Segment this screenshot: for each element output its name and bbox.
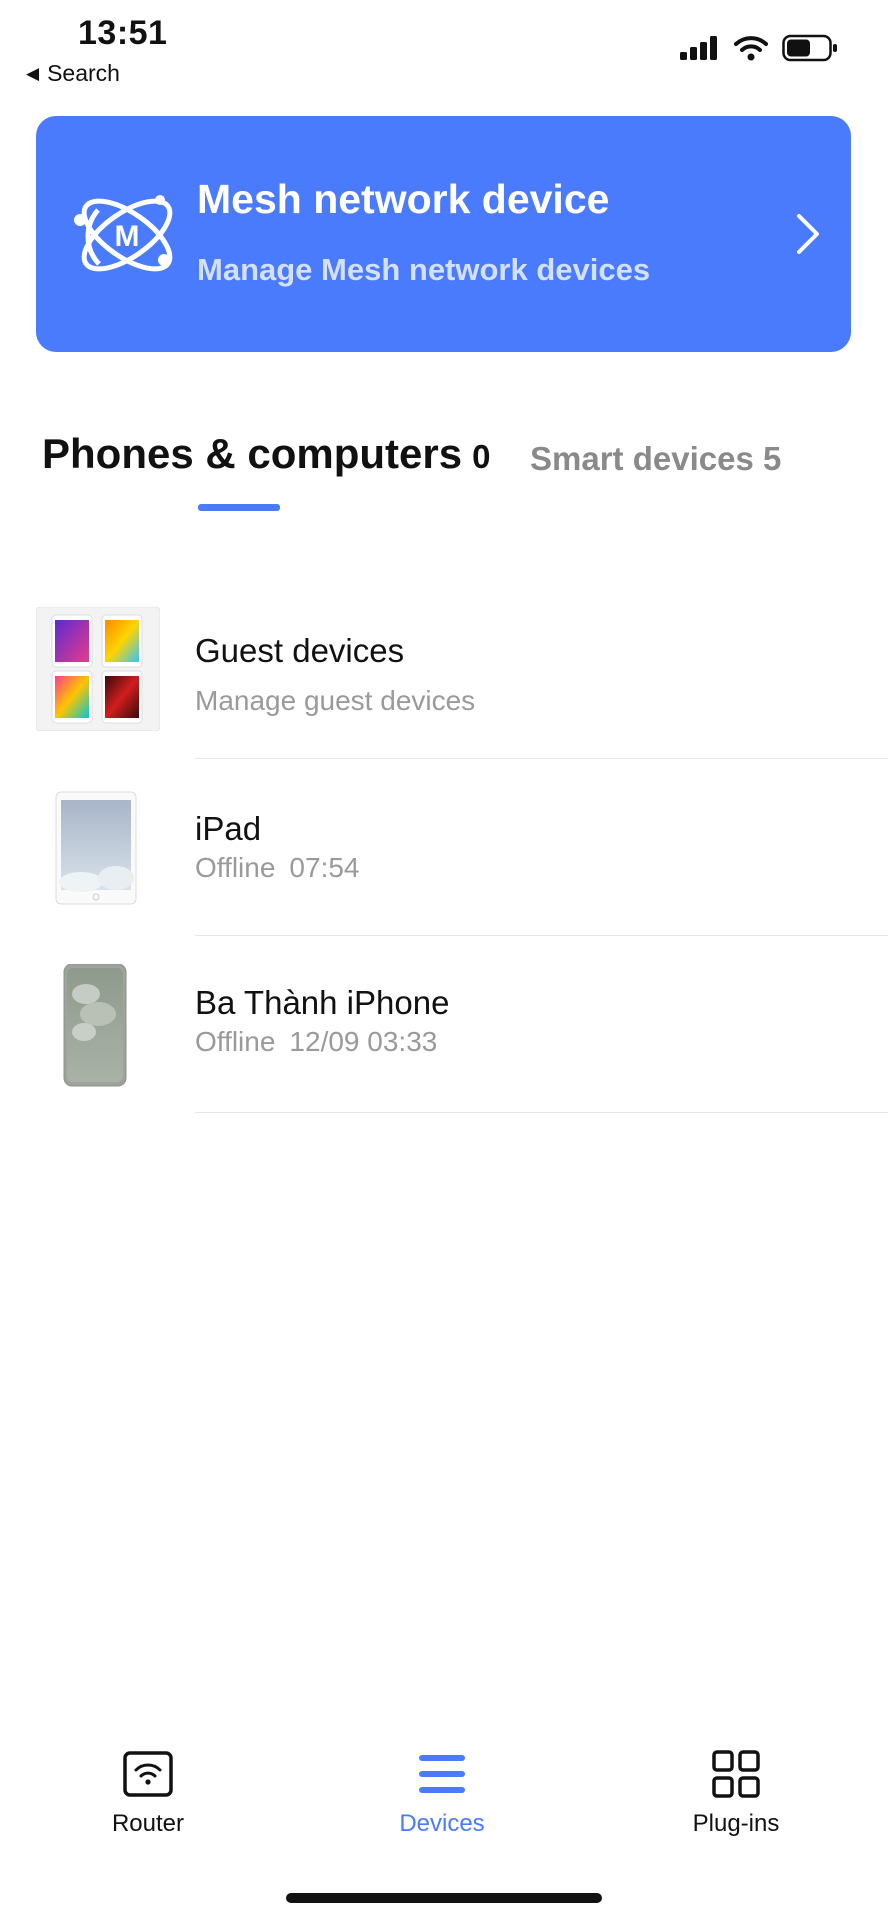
mesh-logo-letter: M: [115, 220, 140, 253]
mesh-card-title: Mesh network device: [197, 176, 610, 222]
battery-icon: [782, 34, 837, 62]
mesh-network-card[interactable]: M Mesh network device Manage Mesh networ…: [36, 116, 851, 352]
status-icons: [680, 34, 838, 62]
iphone-icon: [63, 964, 127, 1087]
tab-count: 0: [472, 438, 491, 475]
divider: [195, 935, 888, 936]
device-title: Ba Thành iPhone: [195, 984, 450, 1021]
device-status: Manage guest devices: [195, 685, 476, 716]
devices-icon: [419, 1755, 465, 1793]
router-icon: [123, 1751, 173, 1797]
nav-label: Devices: [399, 1810, 485, 1837]
bottom-tab-bar: Router Devices Plug-ins: [0, 1750, 888, 1870]
device-subtitle: Offline 12/09 03:33: [195, 1026, 437, 1058]
back-arrow-icon: ◀: [26, 63, 40, 83]
mesh-atom-icon: M: [74, 195, 173, 272]
tab-phones-computers[interactable]: Phones & computers 0: [42, 430, 490, 478]
list-item-iphone[interactable]: Ba Thành iPhone Offline 12/09 03:33: [0, 964, 888, 1140]
back-label: Search: [47, 60, 120, 86]
nav-devices[interactable]: Devices: [352, 1750, 532, 1838]
divider: [195, 1112, 888, 1113]
plugins-icon: [712, 1750, 760, 1798]
tab-smart-devices[interactable]: Smart devices 5: [530, 440, 781, 478]
mesh-card-subtitle: Manage Mesh network devices: [197, 252, 651, 287]
active-tab-indicator: [198, 504, 280, 511]
nav-label: Router: [111, 1810, 185, 1837]
nav-router[interactable]: Router: [58, 1750, 238, 1838]
tab-count: 5: [762, 440, 782, 477]
device-status: Offline: [195, 852, 276, 883]
device-title: iPad: [195, 810, 262, 847]
status-time: 13:51: [78, 14, 168, 52]
divider: [195, 758, 888, 759]
device-subtitle: Manage guest devices: [195, 685, 475, 717]
list-item-ipad[interactable]: iPad Offline 07:54: [0, 790, 888, 966]
chevron-right-icon: [797, 214, 819, 254]
device-last-seen: 07:54: [289, 852, 360, 883]
tab-label: Phones & computers: [42, 430, 463, 477]
guest-devices-icon: [36, 607, 160, 731]
cellular-signal-icon: [680, 36, 717, 60]
list-item-guest-devices[interactable]: Guest devices Manage guest devices: [0, 607, 888, 783]
back-to-search-button[interactable]: ◀ Search: [26, 60, 120, 87]
nav-label: Plug-ins: [692, 1810, 780, 1837]
wifi-icon: [734, 36, 768, 61]
device-subtitle: Offline 07:54: [195, 852, 360, 884]
home-indicator[interactable]: [286, 1893, 602, 1903]
nav-plugins[interactable]: Plug-ins: [646, 1750, 826, 1838]
tab-label: Smart devices: [530, 440, 754, 477]
device-last-seen: 12/09 03:33: [289, 1026, 438, 1057]
device-title: Guest devices: [195, 632, 405, 669]
ipad-icon: [55, 791, 137, 905]
device-status: Offline: [195, 1026, 276, 1057]
